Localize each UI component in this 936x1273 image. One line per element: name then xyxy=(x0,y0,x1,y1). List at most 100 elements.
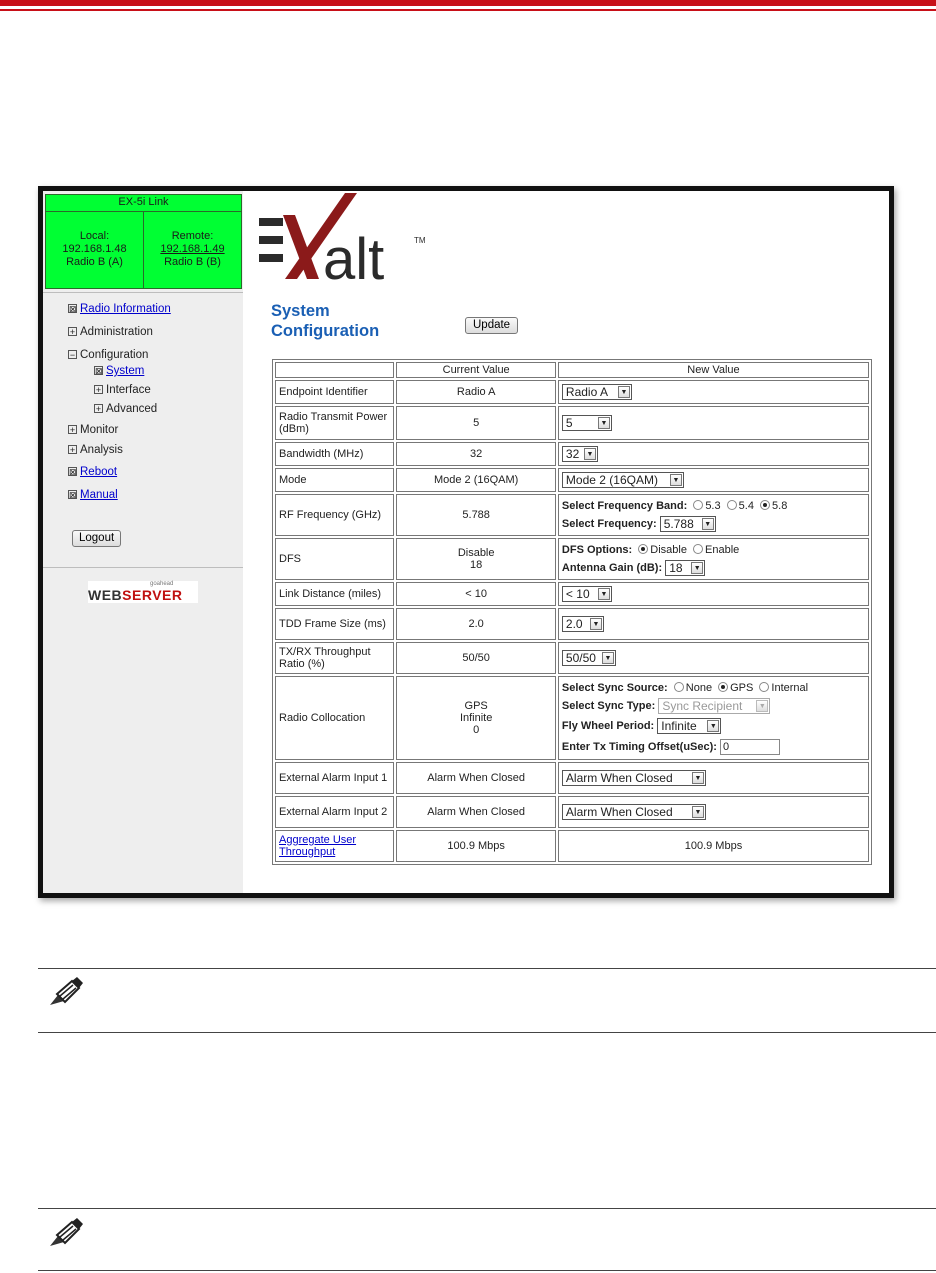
logout-button[interactable]: Logout xyxy=(72,530,122,547)
nav-link-radio-information[interactable]: Radio Information xyxy=(80,303,171,315)
table-row: Endpoint Identifier Radio A Radio A ▼ xyxy=(275,380,869,404)
sync-type-label: Select Sync Type: xyxy=(561,700,656,712)
table-row: Link Distance (miles) < 10 < 10 ▼ xyxy=(275,582,869,606)
endpoint-select[interactable]: Radio A ▼ xyxy=(561,384,632,400)
trademark-text: TM xyxy=(414,236,426,245)
header-blank xyxy=(275,362,395,378)
sidebar-divider xyxy=(43,292,243,293)
current-value: Radio A xyxy=(396,380,556,404)
dfs-disable-radio[interactable] xyxy=(638,543,649,554)
exalt-logo: alt TM xyxy=(259,193,426,283)
row-label: TDD Frame Size (ms) xyxy=(275,608,395,640)
screenshot-frame: EX-5i Link Local: 192.168.1.48 Radio B (… xyxy=(38,186,894,898)
dropdown-arrow-icon: ▼ xyxy=(691,772,704,784)
tx-offset-input[interactable]: 0 xyxy=(720,739,781,756)
table-row: TX/RX Throughput Ratio (%) 50/50 50/50 ▼ xyxy=(275,642,869,674)
note-rule xyxy=(38,1270,936,1271)
mode-select[interactable]: Mode 2 (16QAM) ▼ xyxy=(561,472,684,488)
current-value: 18 xyxy=(470,559,483,571)
expand-icon[interactable]: + xyxy=(68,425,77,435)
alarm-input-2-select[interactable]: Alarm When Closed ▼ xyxy=(561,804,706,820)
current-value: Alarm When Closed xyxy=(396,762,556,794)
current-value: 5 xyxy=(396,406,556,440)
nav-analysis[interactable]: + Analysis xyxy=(68,444,123,456)
table-row: RF Frequency (GHz) 5.788 Select Frequenc… xyxy=(275,494,869,536)
nav-interface[interactable]: + Interface xyxy=(94,384,151,396)
alarm-input-1-select[interactable]: Alarm When Closed ▼ xyxy=(561,770,706,786)
sidebar-divider xyxy=(43,567,243,568)
remote-label: Remote: xyxy=(171,230,214,242)
page-title-line2: Configuration xyxy=(271,322,380,340)
dropdown-arrow-icon: ▼ xyxy=(597,588,610,600)
nav-link-manual[interactable]: Manual xyxy=(80,489,118,501)
nav-manual[interactable]: ⊠ Manual xyxy=(68,489,118,501)
nav-link-system[interactable]: System xyxy=(106,365,144,377)
current-value: 5.788 xyxy=(396,494,556,536)
note-rule xyxy=(38,1032,936,1033)
band-radio-5-3[interactable] xyxy=(693,499,704,510)
table-row: Radio Collocation GPS Infinite 0 Select … xyxy=(275,676,869,760)
tdd-frame-select[interactable]: 2.0 ▼ xyxy=(561,616,604,632)
table-row: External Alarm Input 1 Alarm When Closed… xyxy=(275,762,869,794)
antenna-gain-select[interactable]: 18 ▼ xyxy=(665,559,706,576)
header-current-value: Current Value xyxy=(396,362,556,378)
nav-label: Monitor xyxy=(80,424,119,436)
row-label: Bandwidth (MHz) xyxy=(275,442,395,466)
local-ip: 192.168.1.48 xyxy=(62,243,127,255)
bandwidth-select[interactable]: 32 ▼ xyxy=(561,446,598,462)
expand-icon[interactable]: + xyxy=(94,385,103,395)
header-new-value: New Value xyxy=(557,362,869,378)
throughput-ratio-select[interactable]: 50/50 ▼ xyxy=(561,650,616,666)
dfs-enable-radio[interactable] xyxy=(693,543,704,554)
sync-internal-radio[interactable] xyxy=(759,682,770,692)
header-rule-thick xyxy=(0,0,936,6)
nav-marker-icon: ⊠ xyxy=(68,490,77,500)
dropdown-arrow-icon: ▼ xyxy=(583,448,596,460)
nav-marker-icon: ⊠ xyxy=(68,304,77,314)
band-radio-5-4[interactable] xyxy=(726,499,737,510)
nav-monitor[interactable]: + Monitor xyxy=(68,424,118,436)
dropdown-arrow-icon: ▼ xyxy=(597,417,610,429)
collapse-icon[interactable]: − xyxy=(68,350,77,360)
current-value: 2.0 xyxy=(396,608,556,640)
remote-ip-link[interactable]: 192.168.1.49 xyxy=(160,243,224,255)
table-row: Aggregate User Throughput 100.9 Mbps 100… xyxy=(275,830,869,862)
current-value: Alarm When Closed xyxy=(396,796,556,828)
nav-advanced[interactable]: + Advanced xyxy=(94,403,157,415)
expand-icon[interactable]: + xyxy=(94,404,103,414)
power-select[interactable]: 5 ▼ xyxy=(561,415,612,431)
table-row: Radio Transmit Power (dBm) 5 5 ▼ xyxy=(275,406,869,440)
nav-reboot[interactable]: ⊠ Reboot xyxy=(68,466,117,478)
nav-radio-information[interactable]: ⊠ Radio Information xyxy=(68,303,171,315)
table-row: DFS Disable 18 DFS Options: Disable Enab… xyxy=(275,538,869,580)
band-radio-5-8[interactable] xyxy=(760,499,771,510)
nav-configuration[interactable]: − Configuration xyxy=(68,349,148,361)
main-content: alt TM System Configuration Update Curre… xyxy=(243,191,889,893)
frequency-select[interactable]: 5.788 ▼ xyxy=(659,515,716,532)
note-rule xyxy=(38,1208,936,1209)
expand-icon[interactable]: + xyxy=(68,327,77,337)
row-label: RF Frequency (GHz) xyxy=(275,494,395,536)
link-distance-select[interactable]: < 10 ▼ xyxy=(561,586,612,602)
current-value: 32 xyxy=(396,442,556,466)
sync-none-radio[interactable] xyxy=(673,682,684,692)
sync-source-label: Select Sync Source: xyxy=(561,682,668,694)
sync-gps-radio[interactable] xyxy=(718,682,729,692)
note-rule xyxy=(38,968,936,969)
nav-link-reboot[interactable]: Reboot xyxy=(80,466,117,478)
current-value: Disable xyxy=(457,547,495,559)
expand-icon[interactable]: + xyxy=(68,445,77,455)
row-label: Endpoint Identifier xyxy=(275,380,395,404)
nav-system[interactable]: ⊠ System xyxy=(94,365,144,377)
fly-wheel-label: Fly Wheel Period: xyxy=(561,720,655,732)
note-pen-icon xyxy=(50,977,83,1005)
update-button[interactable]: Update xyxy=(465,317,519,334)
aggregate-throughput-link[interactable]: Aggregate User Throughput xyxy=(279,834,356,858)
server-text: SERVER xyxy=(122,587,183,603)
fly-wheel-select[interactable]: Infinite ▼ xyxy=(657,718,722,735)
nav-label: Administration xyxy=(80,326,153,338)
nav-administration[interactable]: + Administration xyxy=(68,326,153,338)
new-value: 100.9 Mbps xyxy=(557,830,869,862)
local-radio-info: Local: 192.168.1.48 Radio B (A) xyxy=(46,212,144,288)
sync-type-select[interactable]: Sync Recipient ▼ xyxy=(658,698,771,715)
